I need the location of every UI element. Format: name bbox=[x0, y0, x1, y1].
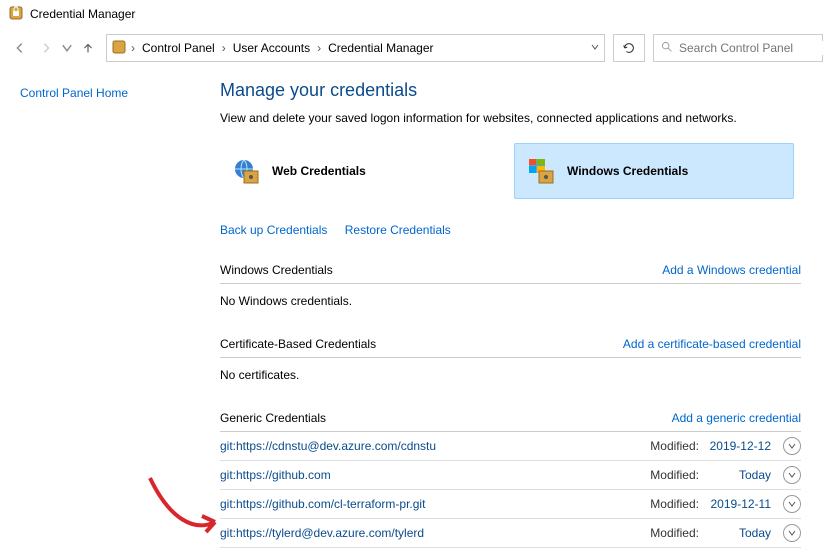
section-generic-head: Generic Credentials Add a generic creden… bbox=[220, 405, 801, 432]
sidebar-home-link[interactable]: Control Panel Home bbox=[20, 86, 128, 100]
chevron-right-icon: › bbox=[317, 41, 321, 55]
chevron-right-icon: › bbox=[222, 41, 226, 55]
backup-link[interactable]: Back up Credentials bbox=[220, 223, 327, 237]
credential-row[interactable]: git:https://github.com Modified: Today bbox=[220, 461, 801, 490]
section-title: Certificate-Based Credentials bbox=[220, 337, 376, 351]
sidebar: Control Panel Home bbox=[0, 80, 220, 548]
cert-empty-text: No certificates. bbox=[220, 358, 801, 405]
tab-windows-credentials[interactable]: Windows Credentials bbox=[514, 143, 794, 199]
app-icon bbox=[8, 5, 24, 24]
search-icon bbox=[660, 40, 673, 56]
modified-label: Modified: bbox=[650, 439, 699, 453]
expand-button[interactable] bbox=[783, 495, 801, 513]
modified-label: Modified: bbox=[650, 468, 699, 482]
credential-row[interactable]: git:https://tylerd@dev.azure.com/tylerd M… bbox=[220, 519, 801, 548]
modified-label: Modified: bbox=[650, 497, 699, 511]
search-input[interactable] bbox=[679, 41, 831, 55]
expand-button[interactable] bbox=[783, 437, 801, 455]
back-button[interactable] bbox=[8, 36, 32, 60]
tab-web-credentials[interactable]: Web Credentials bbox=[220, 143, 500, 199]
search-box[interactable] bbox=[653, 34, 823, 62]
modified-value: Today bbox=[707, 526, 775, 540]
modified-value: 2019-12-11 bbox=[707, 497, 775, 511]
credential-name: git:https://tylerd@dev.azure.com/tylerd bbox=[220, 526, 642, 540]
window-titlebar: Credential Manager bbox=[0, 0, 831, 28]
up-button[interactable] bbox=[76, 36, 100, 60]
page-subtext: View and delete your saved logon informa… bbox=[220, 111, 801, 125]
location-icon bbox=[111, 39, 127, 58]
modified-value: 2019-12-12 bbox=[707, 439, 775, 453]
main-content: Manage your credentials View and delete … bbox=[220, 80, 831, 548]
breadcrumb-item[interactable]: Credential Manager bbox=[325, 39, 436, 57]
restore-link[interactable]: Restore Credentials bbox=[345, 223, 451, 237]
expand-button[interactable] bbox=[783, 466, 801, 484]
add-cert-credential-link[interactable]: Add a certificate-based credential bbox=[623, 337, 801, 351]
add-windows-credential-link[interactable]: Add a Windows credential bbox=[662, 263, 801, 277]
windows-safe-icon bbox=[525, 155, 557, 187]
modified-value: Today bbox=[707, 468, 775, 482]
navigation-bar: › Control Panel › User Accounts › Creden… bbox=[0, 28, 831, 68]
breadcrumb-item[interactable]: Control Panel bbox=[139, 39, 218, 57]
section-title: Generic Credentials bbox=[220, 411, 326, 425]
expand-button[interactable] bbox=[783, 524, 801, 542]
credential-name: git:https://github.com/cl-terraform-pr.g… bbox=[220, 497, 642, 511]
globe-safe-icon bbox=[230, 155, 262, 187]
section-cert-head: Certificate-Based Credentials Add a cert… bbox=[220, 331, 801, 358]
forward-button[interactable] bbox=[34, 36, 58, 60]
chevron-right-icon: › bbox=[131, 41, 135, 55]
breadcrumb-dropdown-icon[interactable] bbox=[590, 41, 600, 55]
add-generic-credential-link[interactable]: Add a generic credential bbox=[672, 411, 801, 425]
section-title: Windows Credentials bbox=[220, 263, 333, 277]
credential-row[interactable]: git:https://github.com/cl-terraform-pr.g… bbox=[220, 490, 801, 519]
windows-empty-text: No Windows credentials. bbox=[220, 284, 801, 331]
window-title: Credential Manager bbox=[30, 7, 135, 21]
tab-label: Windows Credentials bbox=[567, 164, 688, 178]
breadcrumb-item[interactable]: User Accounts bbox=[230, 39, 313, 57]
section-windows-head: Windows Credentials Add a Windows creden… bbox=[220, 257, 801, 284]
tab-label: Web Credentials bbox=[272, 164, 366, 178]
credential-name: git:https://github.com bbox=[220, 468, 642, 482]
credential-name: git:https://cdnstu@dev.azure.com/cdnstu bbox=[220, 439, 642, 453]
credential-row[interactable]: git:https://cdnstu@dev.azure.com/cdnstu M… bbox=[220, 432, 801, 461]
breadcrumb[interactable]: › Control Panel › User Accounts › Creden… bbox=[106, 34, 605, 62]
page-heading: Manage your credentials bbox=[220, 80, 801, 101]
refresh-button[interactable] bbox=[613, 34, 645, 62]
modified-label: Modified: bbox=[650, 526, 699, 540]
recent-dropdown[interactable] bbox=[60, 36, 74, 60]
